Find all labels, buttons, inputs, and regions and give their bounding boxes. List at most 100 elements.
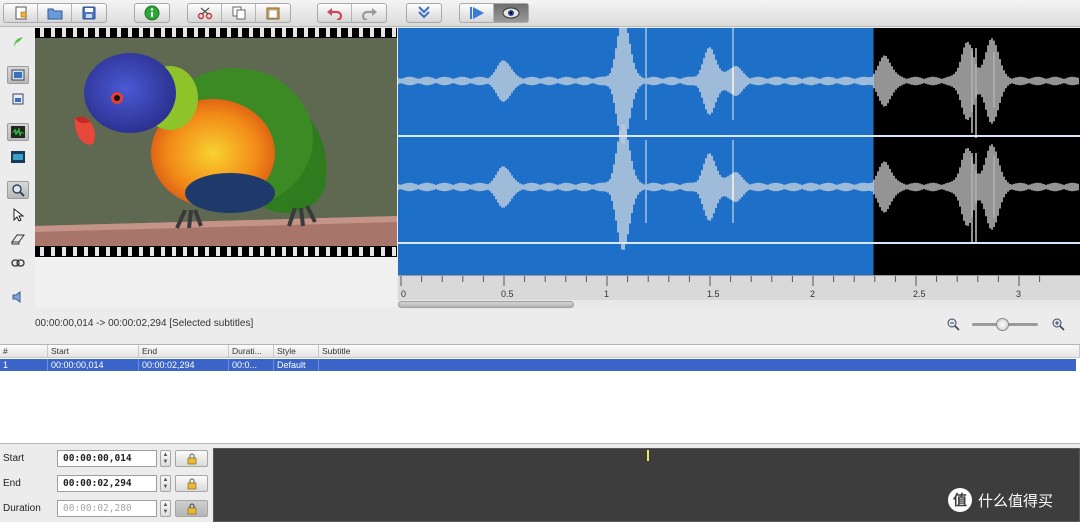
new-file-button[interactable] (4, 4, 38, 22)
duration-field[interactable]: 00:00:02,280 (57, 500, 157, 517)
time-ruler[interactable]: 0 0.5 1 1.5 2 2.5 3 (398, 275, 1080, 300)
spectrum-icon (11, 151, 25, 163)
duration-label: Duration (3, 503, 41, 514)
open-icon (47, 8, 62, 20)
main-toolbar (0, 0, 1080, 27)
end-time-field[interactable]: 00:00:02,294 (57, 475, 157, 492)
waveform-scrollbar-thumb[interactable] (398, 301, 574, 308)
edit-button-group (187, 3, 291, 23)
undo-button[interactable] (318, 4, 352, 22)
cell-duration: 00:0... (229, 359, 274, 371)
save-file-button[interactable] (72, 4, 106, 22)
redo-button[interactable] (352, 4, 386, 22)
cell-subtitle (319, 359, 1076, 371)
eraser-tool-button[interactable] (7, 230, 29, 248)
column-header-subtitle[interactable]: Subtitle (319, 345, 1080, 358)
cut-button[interactable] (188, 4, 222, 22)
info-icon (144, 5, 160, 21)
channel-divider (398, 242, 1080, 244)
column-header-index[interactable]: # (0, 345, 48, 358)
cell-index: 1 (0, 359, 48, 371)
eye-icon (502, 7, 520, 19)
time-ruler-ticks: 0 0.5 1 1.5 2 2.5 3 (400, 276, 1041, 299)
video-preview[interactable] (35, 28, 397, 257)
copy-button[interactable] (222, 4, 256, 22)
ruler-label: 1.5 (707, 289, 720, 299)
file-button-group (3, 3, 107, 23)
play-button[interactable] (460, 4, 494, 22)
info-button[interactable] (135, 4, 169, 22)
waveform-scrollbar[interactable] (398, 300, 1080, 309)
start-lock-button[interactable] (175, 450, 208, 467)
start-time-stepper[interactable]: ▲ ▼ (160, 450, 171, 467)
status-bar: 00:00:00,014 -> 00:00:02,294 [Selected s… (0, 312, 1080, 342)
selection-region (398, 28, 874, 275)
timing-editor: Start 00:00:00,014 ▲ ▼ End 00:00:02,294 ▲… (0, 445, 213, 522)
end-time-stepper[interactable]: ▲ ▼ (160, 475, 171, 492)
waveform-panel[interactable] (398, 28, 1080, 275)
column-header-style[interactable]: Style (274, 345, 319, 358)
undo-icon (326, 8, 342, 20)
open-file-button[interactable] (38, 4, 72, 22)
zoom-out-button[interactable] (946, 317, 960, 336)
eraser-tool-icon (11, 234, 25, 245)
video-small-button[interactable] (7, 90, 29, 108)
preview-toggle-button[interactable] (494, 4, 528, 22)
end-lock-button[interactable] (175, 475, 208, 492)
plugin-icon (14, 37, 23, 47)
waveform-icon (11, 126, 25, 138)
column-header-start[interactable]: Start (48, 345, 139, 358)
zoom-slider-knob[interactable] (995, 318, 1009, 331)
save-icon (82, 6, 96, 20)
duration-stepper[interactable]: ▲ ▼ (160, 500, 171, 517)
link-tool-button[interactable] (7, 254, 29, 272)
paste-button[interactable] (256, 4, 290, 22)
duration-lock-button[interactable] (175, 500, 208, 517)
selection-status-text: 00:00:00,014 -> 00:00:02,294 [Selected s… (35, 318, 254, 329)
zoom-tool-icon (12, 184, 25, 197)
cell-end: 00:00:02,294 (139, 359, 229, 371)
column-header-duration[interactable]: Durati... (229, 345, 274, 358)
cut-icon (197, 7, 212, 20)
zoom-tool-button[interactable] (7, 181, 29, 199)
speaker-button[interactable] (7, 288, 29, 306)
zoom-in-icon (1052, 318, 1065, 331)
new-icon (15, 6, 26, 20)
channel-divider (398, 135, 1080, 137)
ruler-label: 0.5 (501, 289, 514, 299)
watermark-text: 什么值得买 (978, 491, 1054, 510)
playback-button-group (459, 3, 529, 23)
waveform-view-button[interactable] (7, 123, 29, 141)
start-time-field[interactable]: 00:00:00,014 (57, 450, 157, 467)
watermark-logo-icon: 值 (948, 488, 972, 512)
merge-button-group (406, 3, 442, 23)
video-small-icon (12, 93, 24, 105)
video-view-button[interactable] (7, 66, 29, 84)
pointer-tool-button[interactable] (7, 206, 29, 224)
start-label: Start (3, 453, 25, 464)
ruler-label: 2 (810, 289, 815, 299)
copy-icon (232, 6, 245, 20)
pointer-tool-icon (13, 208, 24, 222)
ruler-label: 1 (604, 289, 609, 299)
table-row[interactable]: 1 00:00:00,014 00:00:02,294 00:0... Defa… (0, 359, 1076, 371)
film-strip-top (35, 28, 397, 37)
spectrum-view-button[interactable] (7, 148, 29, 166)
cell-style: Default (274, 359, 319, 371)
left-tool-strip (0, 28, 35, 333)
waveform-canvas (398, 28, 1080, 275)
subtitle-table[interactable]: # Start End Durati... Style Subtitle 1 0… (0, 344, 1080, 444)
ruler-label: 3 (1016, 289, 1021, 299)
ruler-label: 0 (401, 289, 406, 299)
merge-button[interactable] (407, 4, 441, 22)
video-frame-image (35, 38, 397, 246)
redo-icon (361, 8, 377, 20)
end-label: End (3, 478, 21, 489)
film-strip-bottom (35, 247, 397, 256)
link-tool-icon (11, 259, 25, 267)
plugin-button[interactable] (7, 33, 29, 51)
play-icon (469, 7, 484, 19)
lock-icon (187, 452, 196, 464)
column-header-end[interactable]: End (139, 345, 229, 358)
zoom-in-button[interactable] (1051, 317, 1065, 336)
